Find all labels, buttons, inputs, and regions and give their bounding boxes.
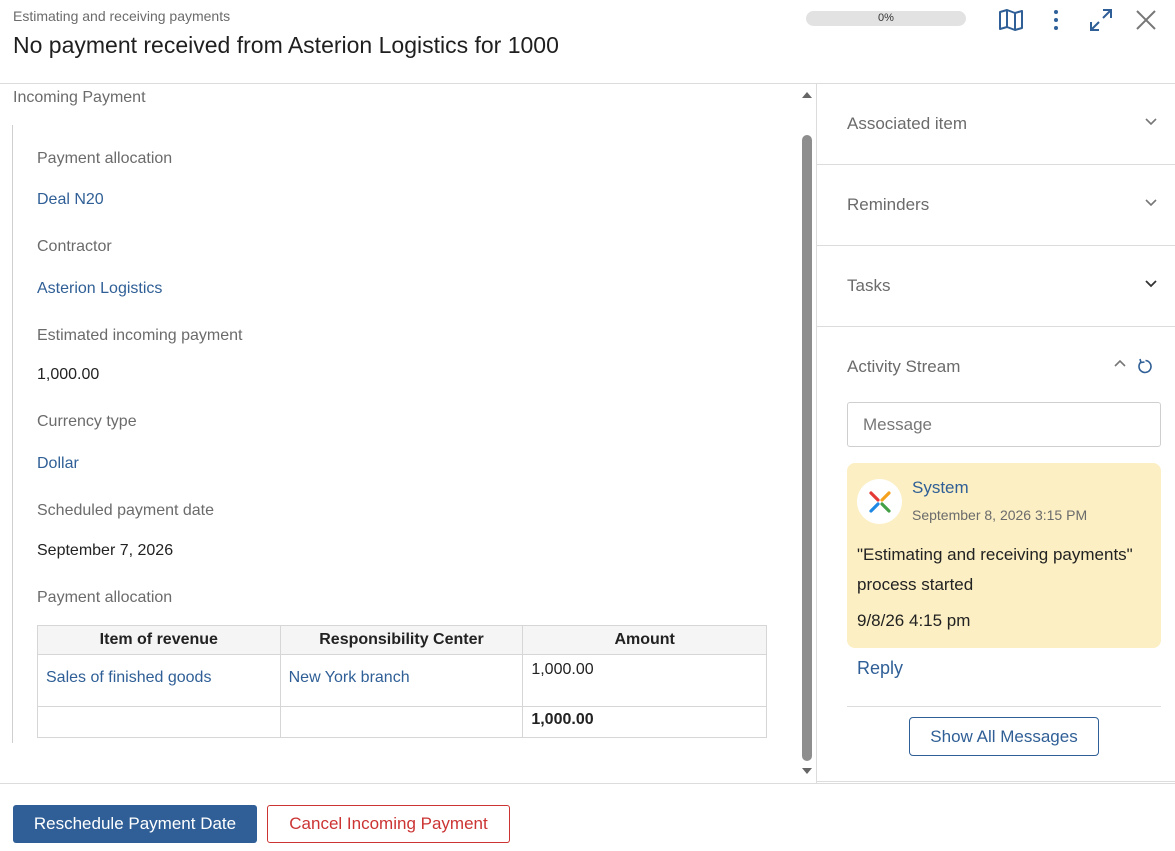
field-label-payment-allocation: Payment allocation	[37, 150, 173, 167]
sidebar-panel: Associated item Reminders Tasks Activity…	[817, 84, 1175, 783]
entry-timestamp: September 8, 2026 3:15 PM	[912, 507, 1088, 523]
contractor-link[interactable]: Asterion Logistics	[37, 280, 162, 298]
close-icon[interactable]	[1132, 6, 1160, 34]
activity-entry: System September 8, 2026 3:15 PM "Estima…	[847, 463, 1161, 648]
scrollbar-thumb[interactable]	[802, 135, 812, 761]
field-label-currency-type: Currency type	[37, 413, 137, 430]
scroll-down-arrow-icon[interactable]	[802, 768, 812, 774]
column-header-amount: Amount	[522, 625, 767, 655]
entry-time: 9/8/26 4:15 pm	[857, 611, 971, 630]
field-label-scheduled-date: Scheduled payment date	[37, 502, 215, 519]
map-icon[interactable]	[997, 6, 1025, 34]
reply-link[interactable]: Reply	[857, 658, 903, 679]
table-total-row: 1,000.00	[37, 706, 767, 738]
entry-text: "Estimating and receiving payments" proc…	[857, 545, 1133, 594]
table-header-row: Item of revenue Responsibility Center Am…	[37, 625, 767, 655]
page-title: No payment received from Asterion Logist…	[13, 32, 559, 58]
accordion-label: Tasks	[847, 276, 891, 295]
divider	[847, 706, 1161, 707]
progress-bar: 0%	[806, 11, 966, 26]
total-empty-cell	[37, 706, 281, 738]
currency-link[interactable]: Dollar	[37, 455, 79, 473]
accordion-tasks[interactable]: Tasks	[817, 246, 1175, 327]
chevron-down-icon	[1145, 118, 1157, 126]
field-label-allocation-table: Payment allocation	[37, 589, 173, 606]
accordion-associated-item[interactable]: Associated item	[817, 84, 1175, 165]
message-input[interactable]	[847, 402, 1161, 447]
accordion-label: Associated item	[847, 114, 967, 133]
page-header: Estimating and receiving payments No pay…	[0, 0, 1175, 84]
table-row: Sales of finished goods New York branch …	[37, 654, 767, 707]
form-panel: Incoming Payment Payment allocation Deal…	[0, 84, 817, 783]
scheduled-date-value: September 7, 2026	[37, 542, 174, 559]
column-header-item: Item of revenue	[37, 625, 281, 655]
entry-author[interactable]: System	[912, 478, 969, 498]
chevron-down-icon	[1145, 280, 1157, 288]
field-label-contractor: Contractor	[37, 238, 112, 255]
responsibility-center-link[interactable]: New York branch	[279, 654, 524, 707]
accordion-label: Reminders	[847, 195, 930, 214]
total-empty-cell	[279, 706, 524, 738]
footer-actions: Reschedule Payment Date Cancel Incoming …	[0, 783, 1175, 851]
refresh-icon[interactable]	[1137, 358, 1154, 375]
column-header-center: Responsibility Center	[279, 625, 524, 655]
more-vertical-icon[interactable]	[1042, 6, 1070, 34]
field-group-border	[12, 125, 13, 743]
reschedule-payment-date-button[interactable]: Reschedule Payment Date	[13, 805, 257, 843]
progress-label: 0%	[878, 12, 894, 24]
section-title: Incoming Payment	[13, 89, 146, 106]
field-label-estimated-payment: Estimated incoming payment	[37, 327, 243, 344]
estimated-payment-value: 1,000.00	[37, 366, 100, 383]
activity-stream-title: Activity Stream	[847, 357, 961, 376]
allocation-table: Item of revenue Responsibility Center Am…	[37, 625, 767, 738]
system-avatar-icon	[857, 479, 902, 524]
deal-link[interactable]: Deal N20	[37, 191, 104, 209]
total-amount-cell: 1,000.00	[522, 706, 767, 738]
accordion-reminders[interactable]: Reminders	[817, 165, 1175, 246]
expand-icon[interactable]	[1087, 6, 1115, 34]
revenue-item-link[interactable]: Sales of finished goods	[37, 654, 281, 707]
scrollbar[interactable]	[800, 84, 814, 783]
show-all-messages-button[interactable]: Show All Messages	[909, 717, 1099, 756]
divider	[817, 781, 1175, 782]
cancel-incoming-payment-button[interactable]: Cancel Incoming Payment	[267, 805, 510, 843]
chevron-up-icon[interactable]	[1114, 359, 1126, 367]
scroll-up-arrow-icon[interactable]	[802, 92, 812, 98]
breadcrumb[interactable]: Estimating and receiving payments	[13, 8, 230, 24]
amount-cell: 1,000.00	[522, 654, 767, 707]
chevron-down-icon	[1145, 199, 1157, 207]
